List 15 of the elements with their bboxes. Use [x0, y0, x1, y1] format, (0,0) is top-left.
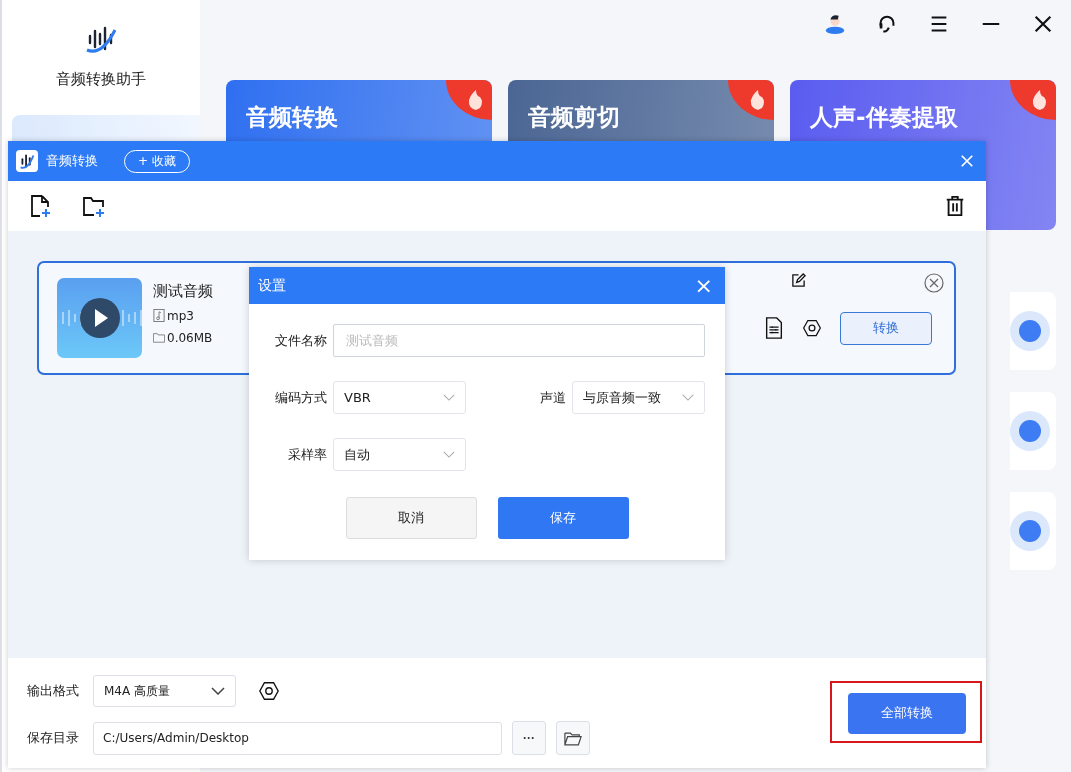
window-title: 音频转换: [46, 152, 98, 170]
field-label: 采样率: [287, 445, 327, 464]
feature-card-title: 音频剪切: [528, 104, 620, 130]
feature-card-title: 人声-伴奏提取: [810, 104, 958, 130]
field-label: 文件名称: [274, 331, 327, 350]
field-label: 编码方式: [274, 388, 327, 407]
save-directory-label: 保存目录: [27, 729, 80, 747]
file-name: 测试音频: [153, 281, 213, 301]
file-format: mp3: [167, 308, 194, 323]
app-name: 音频转换助手: [56, 70, 146, 89]
feature-card-title: 音频转换: [246, 104, 338, 130]
field-label: 声道: [539, 388, 566, 407]
dialog-title: 设置: [258, 276, 286, 295]
output-format-label: 输出格式: [27, 682, 80, 700]
file-size: 0.06MB: [167, 330, 213, 345]
